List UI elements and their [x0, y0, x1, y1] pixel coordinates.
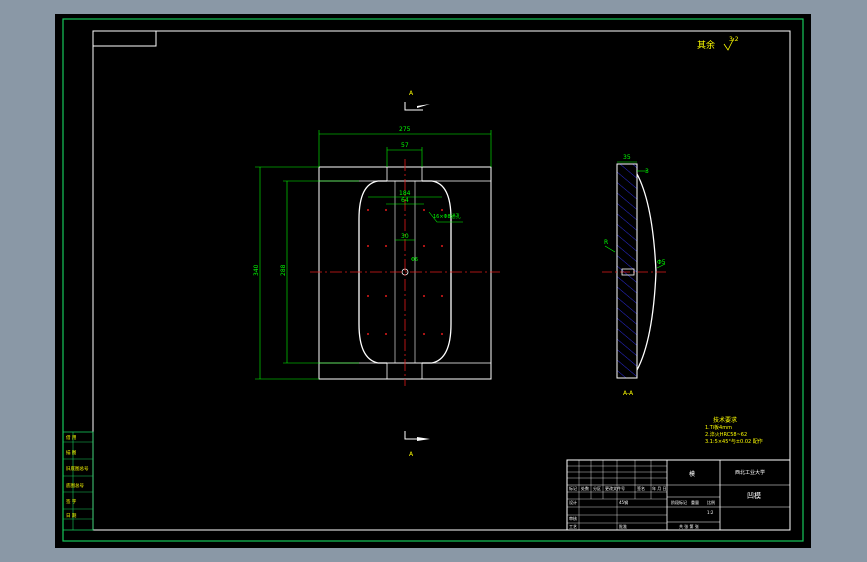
svg-text:底图总号: 底图总号	[66, 482, 84, 489]
svg-text:旧底图总号: 旧底图总号	[66, 465, 89, 472]
svg-text:2.淬火HRC58~62: 2.淬火HRC58~62	[705, 431, 747, 438]
svg-text:设计: 设计	[569, 499, 577, 505]
svg-text:A: A	[409, 451, 414, 458]
svg-text:处数: 处数	[581, 485, 589, 491]
svg-text:340: 340	[253, 264, 260, 276]
svg-text:借 用: 借 用	[66, 434, 76, 441]
svg-text:标记: 标记	[569, 485, 577, 491]
svg-text:签名: 签名	[637, 485, 645, 491]
svg-text:1.Ti板4mm: 1.Ti板4mm	[705, 424, 732, 431]
inner-frame	[92, 30, 791, 531]
svg-text:275: 275	[399, 126, 411, 133]
cad-viewer: 其余 3.2 A A 275 57 340 288 184 64 30 16×Φ…	[0, 0, 867, 562]
svg-text:30: 30	[401, 233, 409, 240]
svg-text:45钢: 45钢	[619, 499, 628, 505]
tech-requirements: 技术要求 1.Ti板4mm 2.淬火HRC58~62 3.1:5×45°与±0.…	[705, 416, 763, 445]
svg-text:1:2: 1:2	[707, 510, 714, 515]
drawing-svg: 其余 3.2 A A 275 57 340 288 184 64 30 16×Φ…	[62, 18, 804, 542]
svg-text:凹模: 凹模	[747, 491, 761, 500]
section-view: 35 3 R Φ5 A-A	[602, 154, 667, 397]
svg-text:分区: 分区	[593, 485, 601, 491]
svg-text:重量: 重量	[691, 499, 699, 505]
svg-text:技术要求: 技术要求	[713, 416, 737, 424]
svg-text:工艺: 工艺	[569, 524, 577, 529]
code-box	[92, 30, 157, 47]
svg-text:西北工业大学: 西北工业大学	[735, 469, 765, 476]
section-label: A-A	[623, 390, 634, 397]
slot-top	[386, 166, 423, 182]
svg-text:年 月 日: 年 月 日	[652, 485, 667, 491]
section-arrow-top: A	[404, 90, 430, 111]
section-arrow-bottom: A	[404, 431, 430, 458]
svg-text:R: R	[604, 239, 608, 246]
svg-text:184: 184	[399, 190, 411, 197]
left-strip: 借 用 描 图 旧底图总号 底图总号 签 字 日 期	[62, 431, 94, 531]
svg-text:审核: 审核	[569, 515, 577, 521]
svg-text:阶段标记: 阶段标记	[671, 499, 687, 505]
roughness-note: 其余	[697, 39, 715, 51]
svg-text:批准: 批准	[619, 523, 627, 529]
svg-text:A: A	[409, 90, 414, 97]
svg-text:57: 57	[401, 142, 409, 149]
svg-text:签 字: 签 字	[66, 498, 77, 505]
svg-text:描 图: 描 图	[66, 449, 77, 456]
svg-text:共 张 第 张: 共 张 第 张	[679, 523, 699, 529]
svg-text:35: 35	[623, 154, 631, 161]
svg-text:日 期: 日 期	[66, 513, 77, 519]
svg-text:16×Φ8通孔: 16×Φ8通孔	[433, 213, 461, 220]
svg-text:Φ6: Φ6	[411, 257, 418, 263]
svg-text:模: 模	[689, 470, 695, 478]
roughness-value: 3.2	[729, 36, 739, 43]
svg-text:比例: 比例	[707, 499, 715, 505]
svg-text:64: 64	[401, 197, 409, 204]
svg-text:Φ5: Φ5	[657, 259, 666, 266]
drawing-canvas[interactable]: 其余 3.2 A A 275 57 340 288 184 64 30 16×Φ…	[55, 14, 811, 548]
svg-text:更改文件号: 更改文件号	[605, 485, 625, 491]
svg-text:3.1:5×45°与±0.02 配作: 3.1:5×45°与±0.02 配作	[705, 438, 763, 445]
svg-text:288: 288	[280, 264, 287, 276]
plan-dim-labels: 275 57 340 288 184 64 30 16×Φ8通孔 Φ6	[253, 126, 461, 276]
slot-bottom	[386, 362, 423, 380]
svg-text:3: 3	[645, 168, 649, 175]
title-block: 标记 处数 分区 更改文件号 签名 年 月 日 设计 45钢 审核 工艺 批准 …	[566, 459, 791, 531]
outer-frame	[62, 18, 804, 542]
